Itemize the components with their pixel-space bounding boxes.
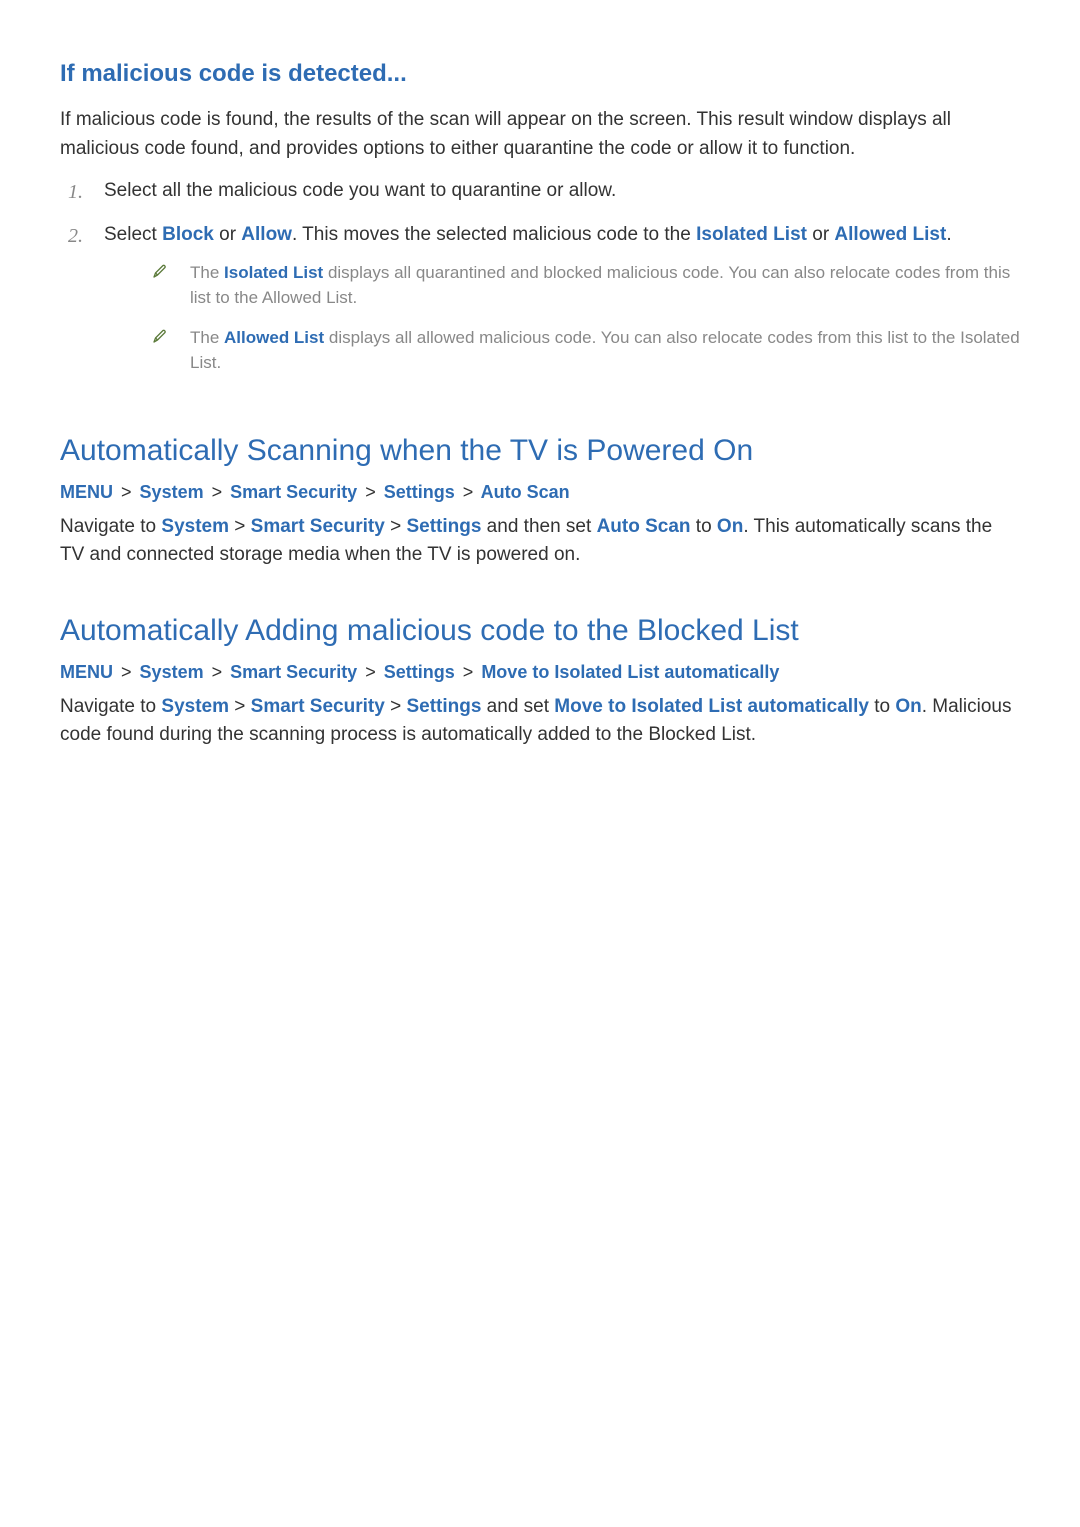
link-isolated-list[interactable]: Isolated List xyxy=(224,263,323,282)
note-allowed-list: The Allowed List displays all allowed ma… xyxy=(152,325,1020,376)
path-auto-scan[interactable]: Auto Scan xyxy=(481,482,570,502)
text-fragment: > xyxy=(385,696,407,717)
chevron-right-icon: > xyxy=(365,482,376,502)
chevron-right-icon: > xyxy=(212,482,223,502)
text-fragment: > xyxy=(385,516,407,537)
text-fragment: and set xyxy=(481,696,554,717)
path-menu[interactable]: MENU xyxy=(60,662,113,682)
path-settings[interactable]: Settings xyxy=(384,662,455,682)
step-2-text: Select Block or Allow. This moves the se… xyxy=(104,221,1020,390)
text-fragment: to xyxy=(691,516,717,537)
text-fragment: Select xyxy=(104,224,162,245)
text-fragment: or xyxy=(214,224,241,245)
link-move-to-isolated[interactable]: Move to Isolated List automatically xyxy=(554,696,869,717)
step-1-text: Select all the malicious code you want t… xyxy=(104,177,1020,206)
text-fragment: Navigate to xyxy=(60,516,161,537)
text-fragment: . xyxy=(946,224,951,245)
text-fragment: The xyxy=(190,263,224,282)
path-smart-security[interactable]: Smart Security xyxy=(230,482,357,502)
link-smart-security[interactable]: Smart Security xyxy=(251,516,385,537)
text-fragment: or xyxy=(807,224,834,245)
section1-heading: If malicious code is detected... xyxy=(60,60,1020,88)
path-system[interactable]: System xyxy=(140,482,204,502)
link-settings[interactable]: Settings xyxy=(406,696,481,717)
link-block[interactable]: Block xyxy=(162,224,214,245)
link-isolated-list[interactable]: Isolated List xyxy=(696,224,807,245)
text-fragment: > xyxy=(229,696,251,717)
pencil-icon xyxy=(152,263,176,279)
note-isolated-list: The Isolated List displays all quarantin… xyxy=(152,260,1020,311)
document-page: If malicious code is detected... If mali… xyxy=(0,0,1080,824)
section3-heading: Automatically Adding malicious code to t… xyxy=(60,614,1020,648)
link-smart-security[interactable]: Smart Security xyxy=(251,696,385,717)
link-allowed-list[interactable]: Allowed List xyxy=(224,328,324,347)
link-settings[interactable]: Settings xyxy=(406,516,481,537)
section1-intro: If malicious code is found, the results … xyxy=(60,106,1020,163)
note-text: The Isolated List displays all quarantin… xyxy=(190,260,1020,311)
link-allow[interactable]: Allow xyxy=(241,224,292,245)
note-text: The Allowed List displays all allowed ma… xyxy=(190,325,1020,376)
chevron-right-icon: > xyxy=(365,662,376,682)
path-move-to-isolated[interactable]: Move to Isolated List automatically xyxy=(481,662,779,682)
text-fragment: and then set xyxy=(481,516,596,537)
link-system[interactable]: System xyxy=(161,516,229,537)
link-on[interactable]: On xyxy=(717,516,743,537)
chevron-right-icon: > xyxy=(463,482,474,502)
path-system[interactable]: System xyxy=(140,662,204,682)
link-system[interactable]: System xyxy=(161,696,229,717)
chevron-right-icon: > xyxy=(463,662,474,682)
text-fragment: The xyxy=(190,328,224,347)
section2-menu-path: MENU > System > Smart Security > Setting… xyxy=(60,482,1020,503)
pencil-icon xyxy=(152,328,176,344)
step-2: 2. Select Block or Allow. This moves the… xyxy=(60,221,1020,390)
step-1: 1. Select all the malicious code you wan… xyxy=(60,177,1020,207)
section2-heading: Automatically Scanning when the TV is Po… xyxy=(60,434,1020,468)
section2-body: Navigate to System > Smart Security > Se… xyxy=(60,513,1020,570)
chevron-right-icon: > xyxy=(121,482,132,502)
chevron-right-icon: > xyxy=(212,662,223,682)
section3-body: Navigate to System > Smart Security > Se… xyxy=(60,693,1020,750)
section3-menu-path: MENU > System > Smart Security > Setting… xyxy=(60,662,1020,683)
step-2-notes: The Isolated List displays all quarantin… xyxy=(152,260,1020,376)
path-smart-security[interactable]: Smart Security xyxy=(230,662,357,682)
text-fragment: Navigate to xyxy=(60,696,161,717)
text-fragment: > xyxy=(229,516,251,537)
path-settings[interactable]: Settings xyxy=(384,482,455,502)
link-auto-scan[interactable]: Auto Scan xyxy=(597,516,691,537)
path-menu[interactable]: MENU xyxy=(60,482,113,502)
chevron-right-icon: > xyxy=(121,662,132,682)
link-on[interactable]: On xyxy=(895,696,921,717)
step-2-number: 2. xyxy=(60,221,104,251)
text-fragment: . This moves the selected malicious code… xyxy=(292,224,696,245)
step-1-number: 1. xyxy=(60,177,104,207)
link-allowed-list[interactable]: Allowed List xyxy=(834,224,946,245)
text-fragment: to xyxy=(869,696,895,717)
step-list: 1. Select all the malicious code you wan… xyxy=(60,177,1020,390)
